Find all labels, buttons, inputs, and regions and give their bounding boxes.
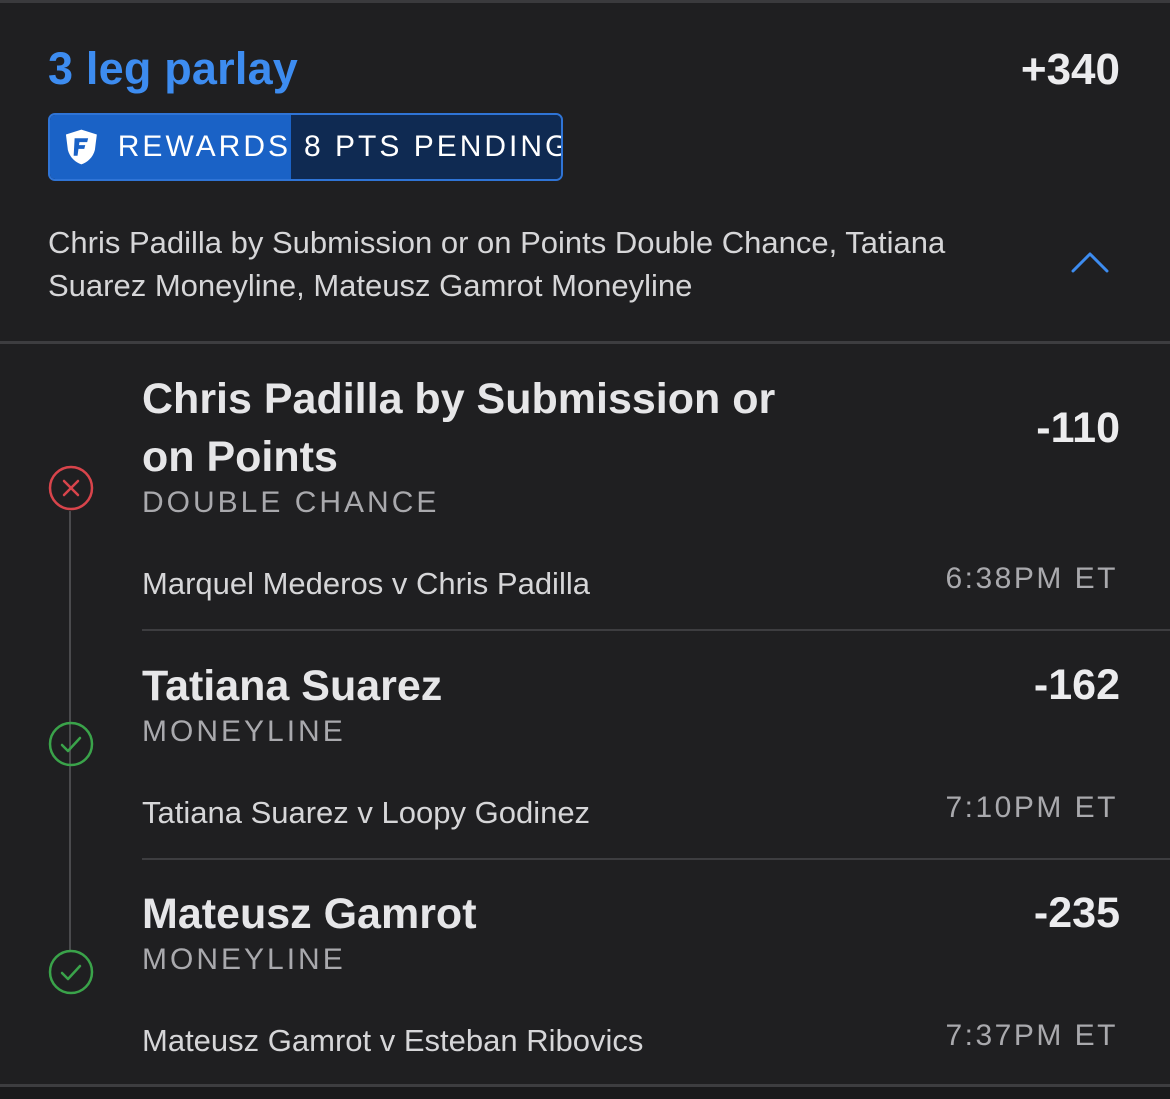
rewards-badge[interactable]: REWARDS 8 PTS PENDING: [48, 113, 563, 181]
leg-odds: -235: [1033, 889, 1120, 937]
leg-market: MONEYLINE: [142, 715, 346, 748]
check-circle-icon: [48, 949, 94, 995]
leg-event: Mateusz Gamrot v Esteban Ribovics: [142, 1023, 644, 1058]
leg-selection-name: Tatiana Suarez: [142, 662, 443, 710]
page-bottom: [0, 1087, 1170, 1099]
leg-market: MONEYLINE: [142, 943, 346, 976]
leg-item[interactable]: Chris Padilla by Submission or on Points…: [142, 370, 1122, 610]
leg-selection-name: Chris Padilla by Submission or on Points: [142, 375, 776, 481]
leg-item[interactable]: Mateusz Gamrot -235 MONEYLINE Mateusz Ga…: [142, 885, 1122, 1075]
rewards-section: REWARDS: [50, 115, 291, 179]
rewards-label: REWARDS: [117, 130, 291, 163]
leg-odds: -162: [1033, 661, 1120, 709]
header-divider: [0, 341, 1170, 344]
shield-logo-icon: [65, 129, 97, 165]
leg-divider: [142, 629, 1170, 631]
leg-market: DOUBLE CHANCE: [142, 486, 440, 519]
leg-event: Tatiana Suarez v Loopy Godinez: [142, 795, 591, 830]
pending-points-label: 8 PTS PENDING: [304, 130, 563, 163]
leg-item[interactable]: Tatiana Suarez -162 MONEYLINE Tatiana Su…: [142, 657, 1122, 847]
leg-time: 7:37PM ET: [945, 1019, 1118, 1052]
chevron-up-icon[interactable]: [1070, 250, 1110, 274]
pending-section: 8 PTS PENDING: [291, 115, 563, 179]
leg-time: 7:10PM ET: [945, 791, 1118, 824]
check-circle-icon: [48, 721, 94, 767]
parlay-title: 3 leg parlay: [48, 43, 299, 94]
leg-odds: -110: [1036, 404, 1120, 452]
parlay-summary: Chris Padilla by Submission or on Points…: [48, 225, 946, 303]
x-circle-icon: [48, 465, 94, 511]
leg-time: 6:38PM ET: [945, 562, 1118, 595]
parlay-odds: +340: [1020, 45, 1120, 94]
leg-divider: [142, 858, 1170, 860]
leg-event: Marquel Mederos v Chris Padilla: [142, 566, 590, 601]
leg-selection-name: Mateusz Gamrot: [142, 890, 477, 938]
parlay-card: 3 leg parlay +340 REWARDS 8 PTS PENDING …: [0, 0, 1170, 1084]
